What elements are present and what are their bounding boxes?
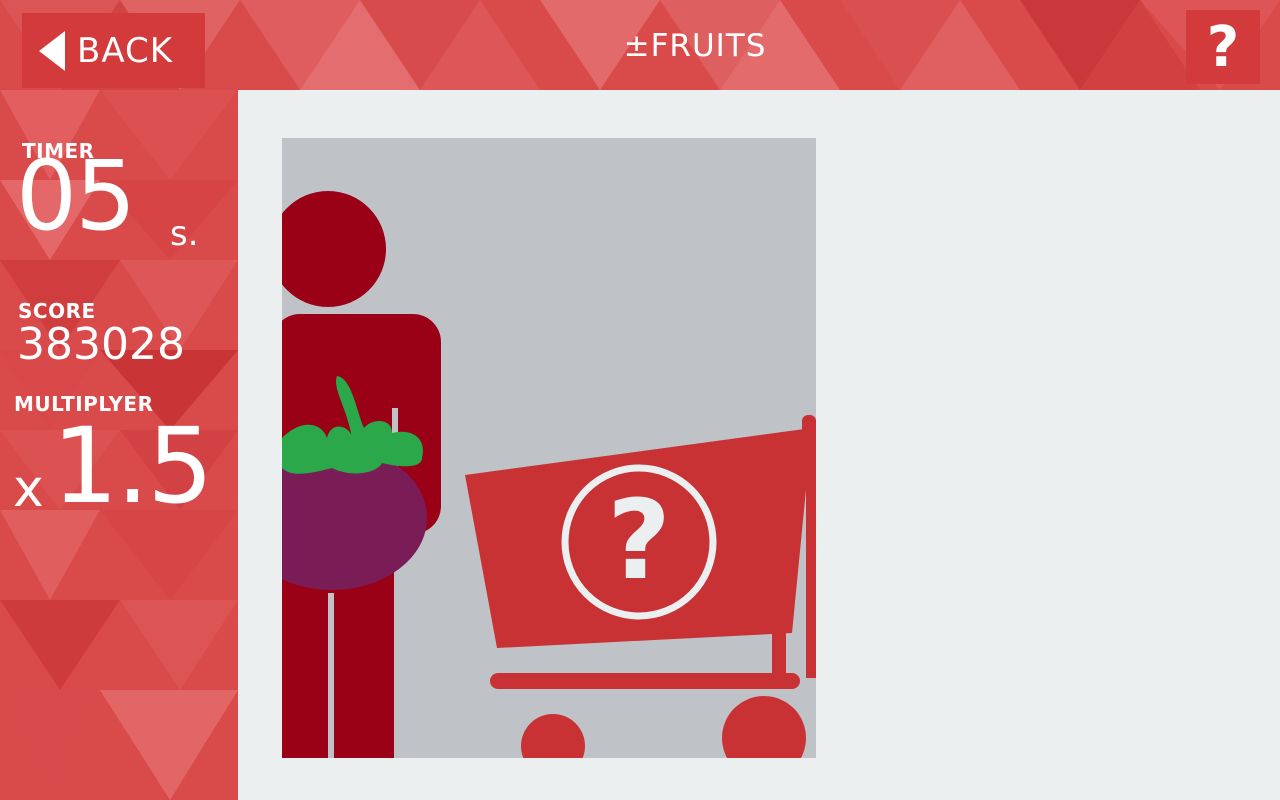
timer-unit: s. <box>170 214 199 254</box>
back-button[interactable]: BACK <box>22 13 205 88</box>
timer-value: 05 <box>16 140 136 252</box>
puzzle-illustration: ? <box>282 191 816 758</box>
multiplier-value: 1.5 <box>52 405 213 527</box>
score-value: 383028 <box>17 319 185 370</box>
top-bar: BACK ±FRUITS ? <box>0 0 1280 90</box>
puzzle-image[interactable]: ? <box>282 138 816 758</box>
back-arrow-icon <box>39 30 65 71</box>
page-title: ±FRUITS <box>623 28 767 64</box>
back-button-label: BACK <box>77 30 174 71</box>
help-icon: ? <box>1206 14 1240 80</box>
svg-text:?: ? <box>607 476 671 604</box>
help-button[interactable]: ? <box>1186 10 1260 84</box>
multiplier-prefix: x <box>13 459 44 519</box>
